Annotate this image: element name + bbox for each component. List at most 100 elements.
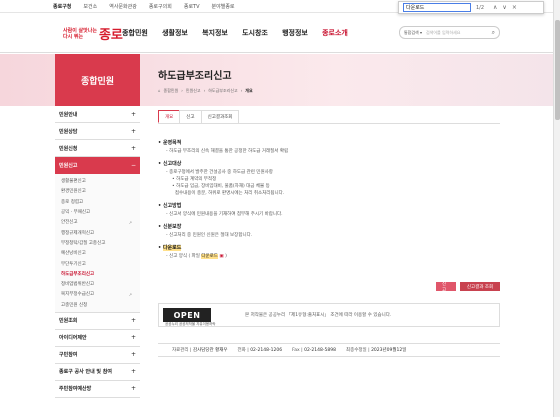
side-menu-item[interactable]: 주민참여예산방 + [55,380,140,398]
submenu-label: 환경민원신고 [61,189,86,195]
side-menu-item[interactable]: 종로구 공사 안내 및 참여 + [55,363,140,381]
submenu-item[interactable]: 행정규제개혁신고 [61,227,140,237]
expand-icon: + [130,351,136,359]
submenu-item-active[interactable]: 하도급부조리신고 [61,269,140,279]
result-lookup-button[interactable]: 신고결과 조회 [460,282,500,291]
nav-item[interactable]: 복지정보 [195,28,235,38]
nav-item[interactable]: 종합민원 [115,28,155,38]
section-line: • 하도급 임금, 장비임대비, 물품(자재) 대금 체불 등 [172,184,270,189]
search-icon[interactable]: ⌕ [492,29,495,37]
page-scrollbar[interactable] [553,0,560,417]
page-title: 하도급부조리신고 [158,71,232,82]
submenu-item[interactable]: 무단투기신고 [61,258,140,268]
open-licence-logo: OPEN [163,308,211,322]
breadcrumb-current: 개요 [245,88,253,93]
side-menu-label: 아이디어제안 [59,335,87,342]
side-menu-item[interactable]: 민원상담 + [55,123,140,140]
section-list: - 신고서 양식에 민원내용을 기재하여 첨부해 주시기 바랍니다. [158,211,500,218]
submenu-item[interactable]: 복지부정수급신고 ↗ [61,289,140,299]
site-logo[interactable]: 사람이 살맛나는 다시 뛰는 종로 [63,24,123,44]
section-target: • 신고대상 - 종로구청에서 발주한 건설공사 중 하도급 관련 민원사항 •… [158,160,500,197]
expand-icon: + [130,385,136,393]
section-line-text: 하도급 부조리의 신속 해결을 통한 공정한 하도급 거래질서 확립 [169,149,289,154]
utility-link[interactable]: 보건소 [83,3,97,10]
main-nav: 종합민원 생활정보 복지정보 도시창조 행정정보 종로소개 [115,28,355,38]
section-line-text: 접수내용이 충분, 허위로 판명시에는 처리 취소처리됩니다. [174,191,285,196]
section-list: - 하도급 부조리의 신속 해결을 통한 공정한 하도급 거래질서 확립 [158,148,500,155]
breadcrumb-item[interactable]: 민원신고 [186,88,201,94]
search-scope-select[interactable]: 통합검색 ▾ [404,30,426,36]
section-line-text: 하도급 계약의 부적정 [176,177,217,182]
nav-item-active[interactable]: 종로소개 [315,28,355,38]
tel-label: 전화 [237,348,246,353]
find-close-icon[interactable]: × [512,4,517,11]
content-tabs: 개요 신고 신고결과조회 [158,110,500,124]
tel-info: 전화 | 02-2148-1206 [237,348,283,353]
section-line: - 신고처리 중 민원인 신원은 절대 보장합니다. [166,233,253,238]
section-line-text: 신고처리 중 민원인 신원은 절대 보장합니다. [169,233,253,238]
date-label: 최종수정일 [345,348,367,353]
tab-result[interactable]: 신고결과조회 [200,110,240,123]
utility-link[interactable]: 역사문화관광 [109,3,137,10]
submenu-item[interactable]: 종로 청렴고 [61,197,140,207]
submenu-item[interactable]: 예산낭비신고 [61,248,140,258]
action-buttons: 신고 신고결과 조회 [436,282,500,293]
tel-value: 02-2148-1206 [250,348,283,353]
section-line: - 하도급 부조리의 신속 해결을 통한 공정한 하도급 거래질서 확립 [166,149,289,154]
section-heading: • 신고대상 [158,161,182,167]
find-next-icon[interactable]: ∨ [502,4,506,11]
breadcrumb-item[interactable]: 종합민원 [164,88,179,94]
licence-text: 본 저작물은 공공누리 「제1유형:출처표시」 조건에 따라 이용할 수 있습니… [245,313,392,318]
expand-icon: + [130,334,136,342]
search-input[interactable]: 검색어를 입력하세요 [426,30,492,36]
submenu-label: 생활불편신고 [61,179,86,185]
side-menu-label: 민원상담 [59,128,78,135]
breadcrumb: ⌂ 종합민원 › 민원신고 › 하도급부조리신고 › 개요 [158,88,253,94]
section-identity: • 신분보장 - 신고처리 중 민원인 신원은 절대 보장합니다. [158,223,500,239]
submenu-label: 안전신고 [61,220,78,226]
section-heading: • 신고방법 [158,203,182,209]
date-value: 2023년09월12일 [371,348,407,353]
tab-report[interactable]: 신고 [179,110,202,123]
expand-icon: + [130,317,136,325]
submenu-item[interactable]: 생활불편신고 [61,176,140,186]
nav-item[interactable]: 행정정보 [275,28,315,38]
side-menu-item-active[interactable]: 민원신고 − [55,157,140,174]
side-menu-item[interactable]: 구민참여 + [55,346,140,364]
section-line: - 신고서 양식에 민원내용을 기재하여 첨부해 주시기 바랍니다. [166,212,283,217]
utility-link[interactable]: 종로TV [184,3,200,10]
submenu-item[interactable]: 공익 · 부패신고 [61,207,140,217]
side-menu-item[interactable]: 민원안내 + [55,106,140,123]
dept-label: 자료관리 [172,348,189,353]
side-menu-item[interactable]: 민원신청 + [55,140,140,157]
nav-item[interactable]: 생활정보 [155,28,195,38]
external-link-icon: ↗ [128,291,132,297]
nav-item[interactable]: 도시창조 [235,28,275,38]
submenu-item[interactable]: 안전신고 ↗ [61,217,140,227]
scrollbar-thumb[interactable] [555,20,560,120]
report-button[interactable]: 신고 [436,282,456,293]
side-menu-item[interactable]: 아이디어제안 + [55,329,140,347]
submenu-item[interactable]: 부정청탁/갑질 고충신고 [61,238,140,248]
site-header: 사람이 살맛나는 다시 뛰는 종로 종합민원 생활정보 복지정보 도시창조 행정… [0,13,560,53]
find-count: 1/2 [476,4,485,11]
utility-link[interactable]: 종로구청 [53,3,71,10]
side-menu: 민원안내 + 민원상담 + 민원신청 + 민원신고 − 생활불편신고 환경민원신고 종로… [55,106,140,398]
find-prev-icon[interactable]: ∧ [493,4,497,11]
section-download: • 다운로드 - 신고 양식 ( 파일 다운로드 ▣ ) [158,244,500,260]
breadcrumb-item[interactable]: 하도급부조리신고 [208,88,237,94]
utility-link[interactable]: 종로구의회 [149,3,172,10]
find-input[interactable]: 다운로드 [403,3,471,12]
submenu-label: 정비업법위반신고 [61,282,95,288]
submenu-item[interactable]: 고충민원 신청 [61,300,140,310]
external-link-icon: ↗ [128,219,132,225]
utility-link[interactable]: 분야별종로 [212,3,235,10]
section-line: • 하도급 계약의 부적정 [172,177,217,182]
home-icon[interactable]: ⌂ [158,88,161,94]
side-menu-label: 민원신고 [59,163,78,169]
side-menu-item[interactable]: 민원조회 + [55,312,140,330]
submenu-item[interactable]: 환경민원신고 [61,186,140,196]
download-link[interactable]: 다운로드 [201,254,218,259]
tab-overview[interactable]: 개요 [158,110,181,123]
submenu-item[interactable]: 정비업법위반신고 [61,279,140,289]
